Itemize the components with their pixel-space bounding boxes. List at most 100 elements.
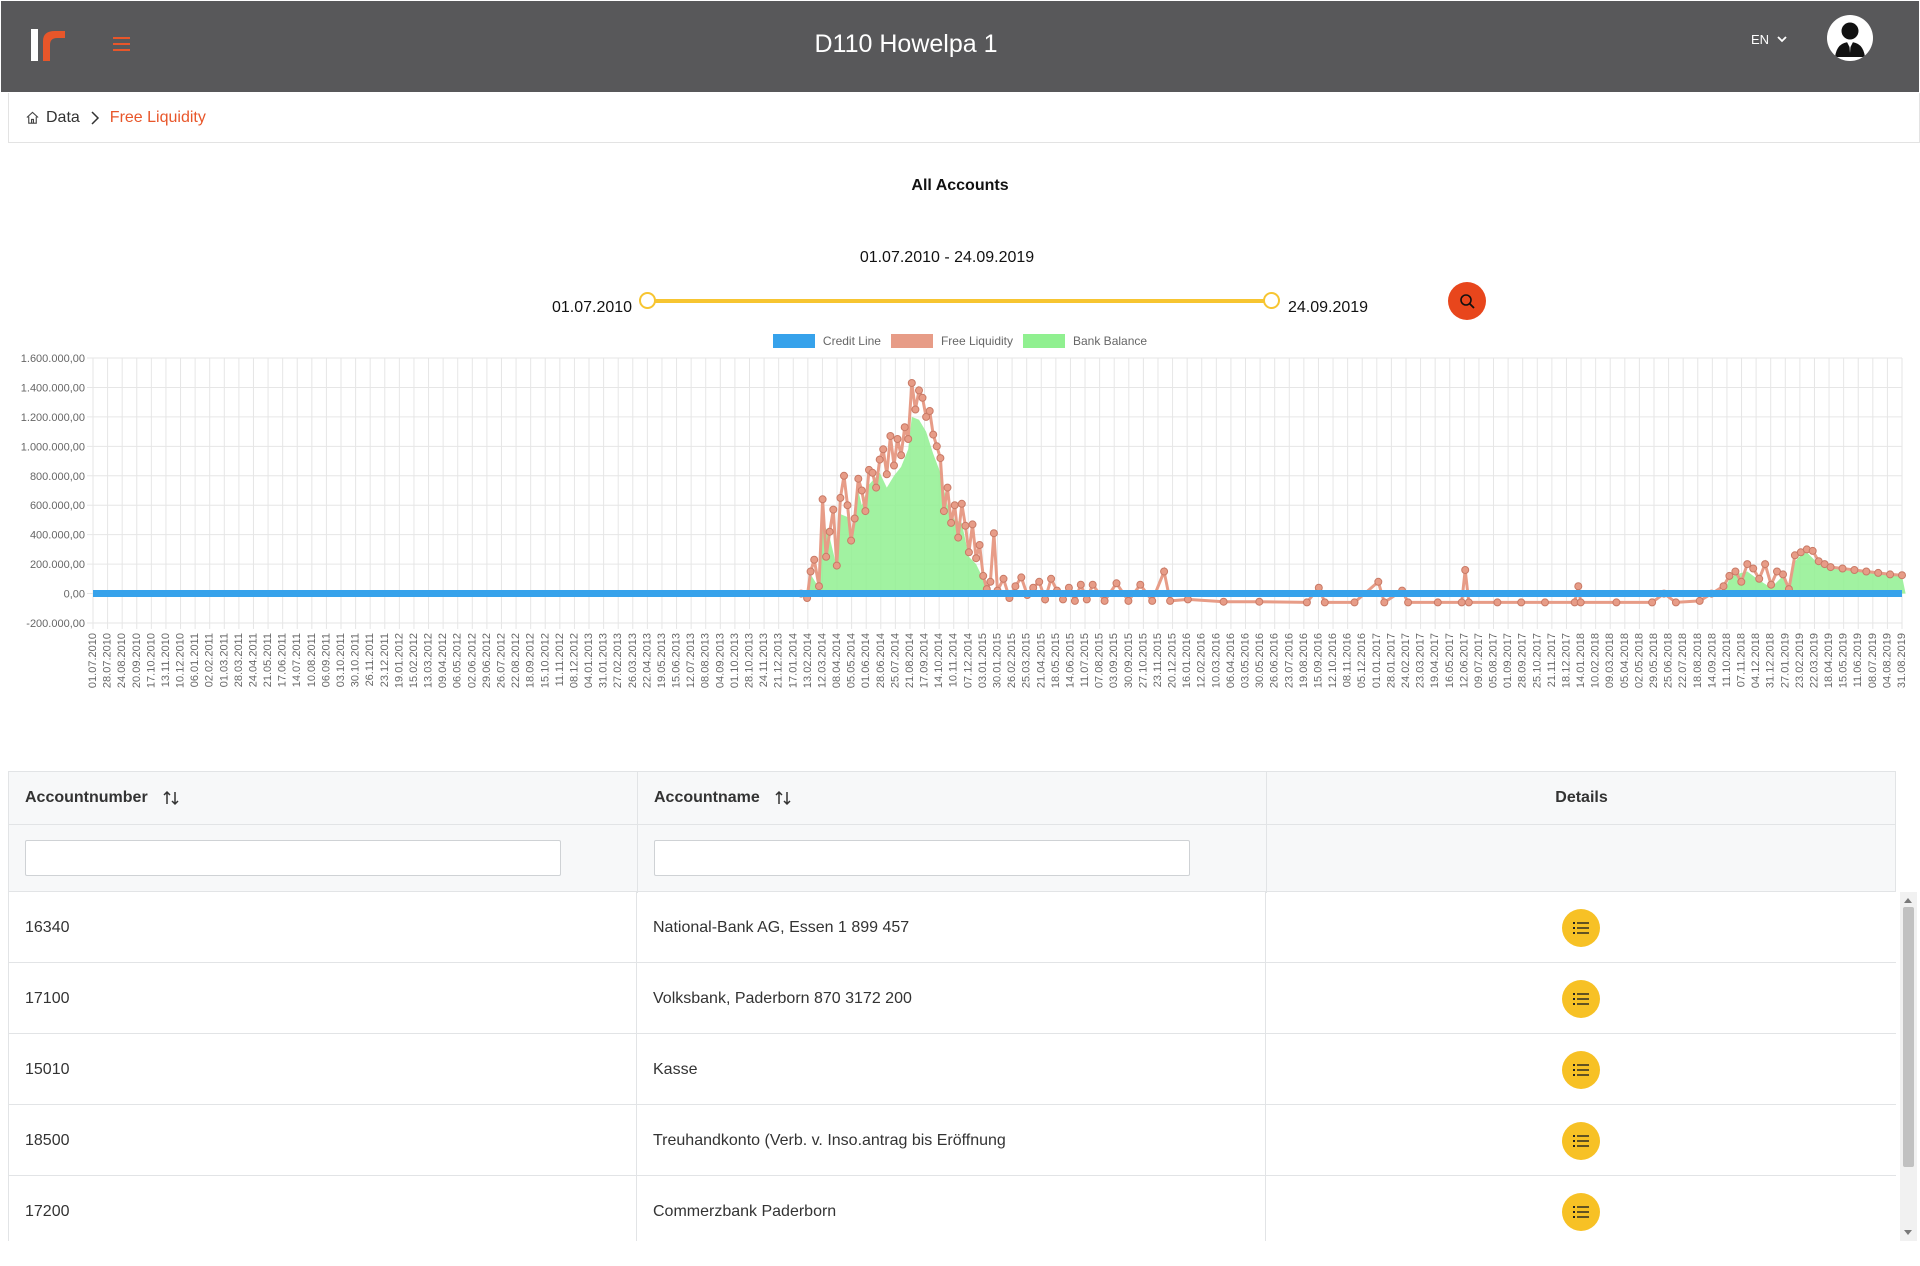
table-scrollbar[interactable] <box>1900 892 1917 1241</box>
x-tick-label: 09.04.2012 <box>437 633 449 688</box>
x-tick-label: 18.05.2015 <box>1050 633 1062 688</box>
y-tick-label: 800.000,00 <box>30 471 85 483</box>
free-liquidity-point <box>1574 582 1583 591</box>
table-row: 16340 National-Bank AG, Essen 1 899 457 <box>8 892 1896 963</box>
x-tick-label: 13.11.2010 <box>160 633 172 687</box>
chevron-down-icon <box>1777 36 1787 43</box>
list-icon <box>1572 1205 1589 1218</box>
search-button[interactable] <box>1448 282 1486 320</box>
x-tick-label: 06.01.2011 <box>189 633 201 687</box>
free-liquidity-point <box>886 432 895 440</box>
details-button[interactable] <box>1561 1192 1600 1231</box>
x-tick-label: 21.08.2014 <box>904 633 916 688</box>
accountname-filter-input[interactable] <box>654 840 1190 876</box>
column-label-details: Details <box>1555 789 1608 806</box>
breadcrumb-home[interactable]: Data <box>25 109 80 127</box>
x-tick-label: 07.11.2018 <box>1736 633 1748 687</box>
x-tick-label: 22.03.2019 <box>1808 633 1820 688</box>
free-liquidity-point <box>957 499 966 508</box>
x-tick-label: 27.02.2013 <box>612 633 624 688</box>
free-liquidity-point <box>872 483 881 492</box>
filter-cell-accountnumber <box>9 825 638 893</box>
x-tick-label: 17.10.2010 <box>145 633 157 688</box>
sort-icon[interactable] <box>162 789 180 807</box>
free-liquidity-point <box>972 554 981 563</box>
sort-icon[interactable] <box>774 789 792 807</box>
slider-handle-end[interactable] <box>1263 292 1280 309</box>
free-liquidity-point <box>1070 596 1079 605</box>
x-tick-label: 26.06.2016 <box>1269 633 1281 688</box>
free-liquidity-point <box>875 455 884 464</box>
language-label: EN <box>1751 32 1770 47</box>
free-liquidity-point <box>1255 597 1264 606</box>
accountnumber-cell: 17200 <box>9 1176 637 1241</box>
free-liquidity-point <box>1862 567 1871 576</box>
free-liquidity-point <box>818 495 827 504</box>
free-liquidity-point <box>882 470 891 479</box>
free-liquidity-point <box>1695 596 1704 605</box>
top-navbar: D110 Howelpa 1 EN <box>1 1 1919 92</box>
details-cell <box>1266 1105 1895 1176</box>
range-max-label: 24.09.2019 <box>1288 299 1369 316</box>
table-row: 17100 Volksbank, Paderborn 870 3172 200 <box>8 963 1896 1034</box>
free-liquidity-point <box>829 505 838 514</box>
x-tick-label: 14.07.2011 <box>291 633 303 687</box>
language-selector[interactable]: EN <box>1751 32 1787 47</box>
x-tick-label: 17.01.2014 <box>787 633 799 688</box>
x-tick-label: 22.08.2012 <box>510 633 522 688</box>
details-button[interactable] <box>1561 908 1600 947</box>
x-tick-label: 11.07.2015 <box>1079 633 1091 687</box>
table-row: 17200 Commerzbank Paderborn <box>8 1176 1896 1241</box>
x-tick-label: 04.01.2013 <box>583 633 595 688</box>
free-liquidity-point <box>847 536 856 545</box>
x-tick-label: 24.04.2011 <box>247 633 259 687</box>
x-tick-label: 27.10.2015 <box>1137 633 1149 688</box>
accountnumber-filter-input[interactable] <box>25 840 561 876</box>
scroll-up-arrow[interactable] <box>1904 898 1912 903</box>
x-tick-label: 23.03.2017 <box>1415 633 1427 688</box>
x-tick-label: 24.08.2010 <box>116 633 128 688</box>
free-liquidity-point <box>964 548 973 557</box>
free-liquidity-point <box>1374 577 1383 586</box>
accountnumber-cell: 18500 <box>9 1105 637 1176</box>
details-button[interactable] <box>1561 1121 1600 1160</box>
x-tick-label: 09.03.2018 <box>1604 633 1616 688</box>
table-row: 15010 Kasse <box>8 1034 1896 1105</box>
scroll-down-arrow[interactable] <box>1904 1230 1912 1235</box>
accountnumber-cell: 16340 <box>9 892 637 963</box>
x-tick-label: 29.05.2018 <box>1648 633 1660 688</box>
free-liquidity-point <box>1737 577 1746 586</box>
x-tick-label: 28.03.2011 <box>233 633 245 687</box>
details-button[interactable] <box>1561 979 1600 1018</box>
column-header-accountname[interactable]: Accountname <box>638 772 1267 824</box>
x-tick-label: 14.10.2014 <box>933 633 945 688</box>
y-tick-label: 1.400.000,00 <box>21 382 85 394</box>
free-liquidity-point <box>854 474 863 483</box>
free-liquidity-point <box>1350 598 1359 607</box>
x-tick-label: 23.02.2019 <box>1794 633 1806 688</box>
user-avatar-icon[interactable] <box>1827 15 1873 61</box>
y-tick-label: 1.200.000,00 <box>21 412 85 424</box>
x-tick-label: 23.12.2011 <box>379 633 391 687</box>
free-liquidity-point <box>936 454 945 463</box>
free-liquidity-point <box>897 451 906 460</box>
x-tick-label: 01.09.2017 <box>1502 633 1514 688</box>
x-tick-label: 21.05.2011 <box>262 633 274 687</box>
free-liquidity-point <box>815 582 823 591</box>
free-liquidity-point <box>961 521 970 530</box>
free-liquidity-point <box>904 435 913 443</box>
details-cell <box>1266 892 1895 963</box>
details-button[interactable] <box>1561 1050 1600 1089</box>
x-tick-label: 20.09.2010 <box>131 633 143 688</box>
x-tick-label: 19.08.2016 <box>1298 633 1310 688</box>
accounts-table: Accountnumber Accountname Details 16340 N… <box>8 771 1918 1241</box>
free-liquidity-point <box>868 468 877 477</box>
date-range-slider-track[interactable] <box>648 299 1272 303</box>
column-header-accountnumber[interactable]: Accountnumber <box>9 772 638 824</box>
free-liquidity-point <box>1148 596 1157 605</box>
slider-handle-start[interactable] <box>639 292 656 309</box>
breadcrumb-current[interactable]: Free Liquidity <box>110 109 206 127</box>
app-title: D110 Howelpa 1 <box>814 30 998 58</box>
scroll-thumb[interactable] <box>1903 907 1914 1167</box>
free-liquidity-point <box>836 493 845 502</box>
